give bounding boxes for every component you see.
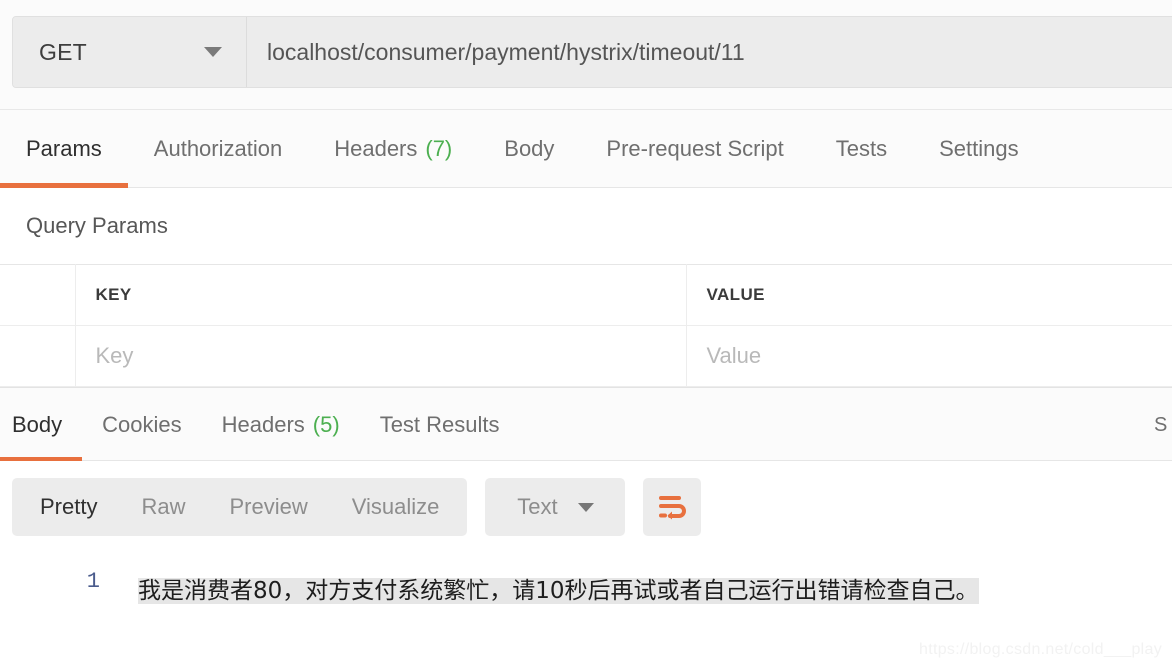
view-visualize-button[interactable]: Visualize — [330, 478, 462, 536]
line-number: 1 — [86, 569, 100, 594]
response-tab-body[interactable]: Body — [0, 388, 83, 462]
tab-body-label: Body — [504, 136, 555, 161]
tab-authorization[interactable]: Authorization — [128, 110, 308, 188]
query-params-table: KEY VALUE Key Value — [0, 264, 1172, 387]
response-tabs: Body Cookies Headers (5) Test Results S — [0, 387, 1172, 462]
tab-tests[interactable]: Tests — [810, 110, 913, 188]
response-tab-cookies-label: Cookies — [102, 412, 182, 437]
response-view-switcher: Pretty Raw Preview Visualize — [12, 478, 468, 536]
column-header-value: VALUE — [686, 264, 1172, 326]
tab-pre-request-script[interactable]: Pre-request Script — [580, 110, 809, 188]
tab-tests-label: Tests — [835, 136, 888, 161]
view-preview-label: Preview — [229, 494, 308, 519]
tab-headers[interactable]: Headers (7) — [308, 110, 478, 188]
response-body-toolbar: Pretty Raw Preview Visualize Text — [0, 461, 1172, 553]
query-params-header: Query Params — [0, 188, 1172, 264]
response-status-truncated: S — [1154, 413, 1168, 436]
table-row: Key Value — [0, 325, 1172, 387]
tab-headers-count: (7) — [425, 136, 453, 161]
view-pretty-button[interactable]: Pretty — [18, 478, 119, 536]
column-header-key: KEY — [75, 264, 687, 326]
view-raw-label: Raw — [141, 494, 186, 519]
column-header-check — [0, 264, 76, 326]
response-body-line[interactable]: 我是消费者80，对方支付系统繁忙，请10秒后再试或者自己运行出错请检查自己。 — [138, 563, 979, 615]
response-tab-cookies[interactable]: Cookies — [82, 388, 201, 462]
tab-pre-request-script-label: Pre-request Script — [606, 136, 784, 161]
response-format-dropdown[interactable]: Text — [485, 478, 626, 536]
param-value-input[interactable]: Value — [686, 325, 1172, 387]
chevron-down-icon — [577, 502, 594, 512]
word-wrap-button[interactable] — [643, 478, 702, 536]
word-wrap-icon — [659, 496, 687, 520]
request-tabs: Params Authorization Headers (7) Body Pr… — [0, 110, 1172, 188]
response-tab-headers[interactable]: Headers (5) — [202, 388, 360, 462]
url-input-group: GET localhost/consumer/payment/hystrix/t… — [12, 16, 1172, 88]
view-preview-button[interactable]: Preview — [207, 478, 329, 536]
request-url-bar: GET localhost/consumer/payment/hystrix/t… — [0, 0, 1172, 110]
tab-params[interactable]: Params — [0, 110, 128, 188]
request-url-input[interactable]: localhost/consumer/payment/hystrix/timeo… — [247, 17, 1172, 87]
response-tab-test-results-label: Test Results — [379, 412, 500, 437]
response-body-text: 我是消费者80，对方支付系统繁忙，请10秒后再试或者自己运行出错请检查自己。 — [138, 578, 979, 604]
tab-headers-label: Headers — [334, 136, 418, 161]
tab-body[interactable]: Body — [478, 110, 580, 188]
watermark: https://blog.csdn.net/cold___play — [919, 641, 1162, 658]
response-tab-headers-label: Headers — [221, 412, 305, 437]
table-header-row: KEY VALUE — [0, 264, 1172, 326]
chevron-down-icon — [204, 47, 222, 57]
response-format-label: Text — [517, 494, 558, 519]
view-visualize-label: Visualize — [351, 494, 440, 519]
response-tab-body-label: Body — [12, 412, 63, 437]
row-checkbox-cell[interactable] — [0, 325, 76, 387]
view-raw-button[interactable]: Raw — [119, 478, 207, 536]
http-method-label: GET — [39, 38, 87, 65]
http-method-dropdown[interactable]: GET — [13, 17, 247, 87]
view-pretty-label: Pretty — [40, 494, 98, 519]
query-params-title: Query Params — [26, 213, 168, 238]
tab-settings[interactable]: Settings — [913, 110, 1045, 188]
response-tab-test-results[interactable]: Test Results — [360, 388, 520, 462]
tab-settings-label: Settings — [939, 136, 1019, 161]
tab-params-label: Params — [26, 136, 102, 161]
tab-authorization-label: Authorization — [153, 136, 283, 161]
response-tab-headers-count: (5) — [312, 412, 340, 437]
param-key-input[interactable]: Key — [75, 325, 687, 387]
